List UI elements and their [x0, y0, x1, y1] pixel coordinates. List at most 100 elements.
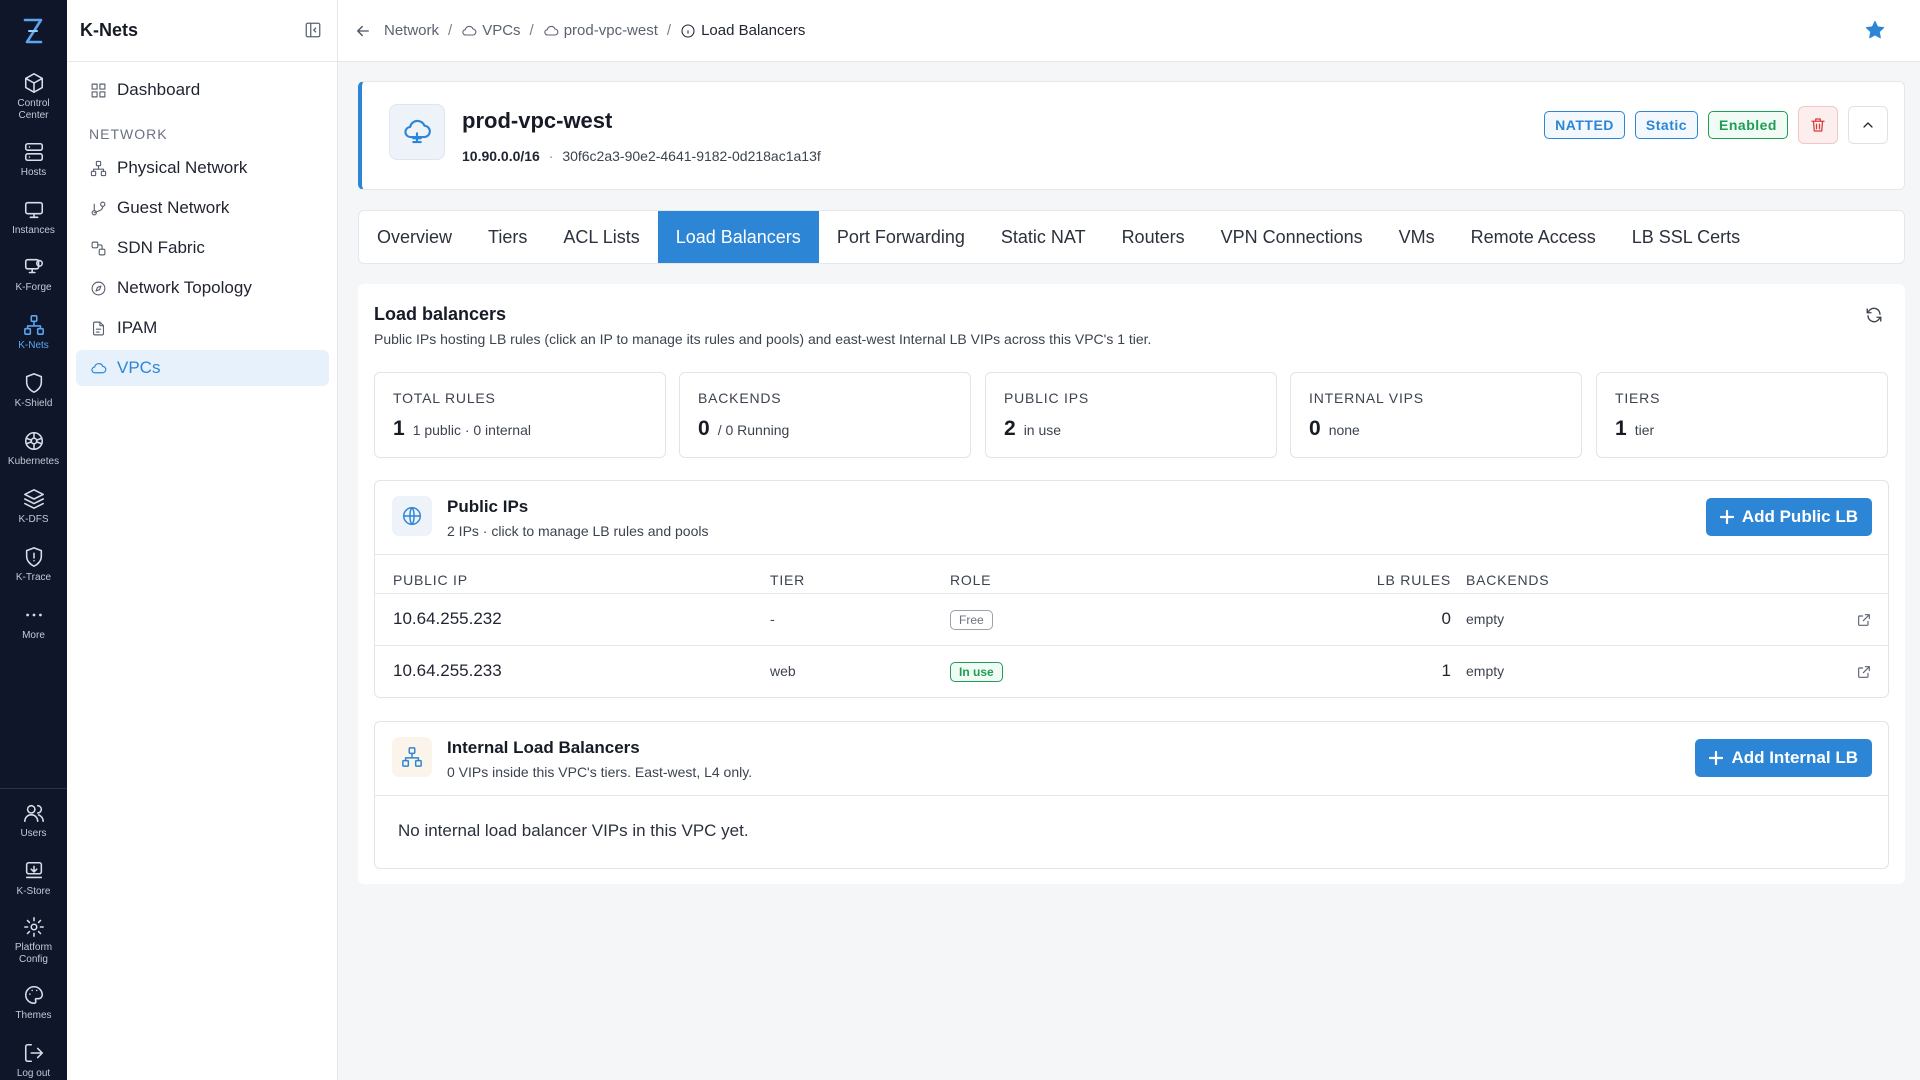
vpc-tabs: Overview Tiers ACL Lists Load Balancers …	[358, 210, 1905, 264]
add-internal-lb-button[interactable]: Add Internal LB	[1695, 739, 1872, 777]
rail-item-k-dfs[interactable]: K-DFS	[0, 488, 67, 526]
tab-vpn-connections[interactable]: VPN Connections	[1203, 211, 1381, 263]
stat-tiers: TIERS 1 tier	[1596, 372, 1888, 458]
vpc-meta: 10.90.0.0/16 · 30f6c2a3-90e2-4641-9182-0…	[462, 148, 821, 164]
internal-lb-title: Internal Load Balancers	[447, 738, 640, 757]
rail-item-themes[interactable]: Themes	[0, 984, 67, 1022]
tab-vms[interactable]: VMs	[1381, 211, 1453, 263]
rail-item-label: K-DFS	[18, 514, 49, 525]
document-icon	[92, 321, 105, 335]
table-row[interactable]: 10.64.255.232 - Free 0 empty	[375, 593, 1888, 645]
column-header-lb-rules[interactable]: LB RULES	[1377, 572, 1451, 588]
tab-load-balancers[interactable]: Load Balancers	[657, 211, 819, 263]
public-ips-card: Public IPs 2 IPs · click to manage LB ru…	[374, 480, 1889, 698]
load-balancers-panel: Load balancers Public IPs hosting LB rul…	[358, 284, 1905, 884]
network-icon	[392, 737, 432, 777]
stat-label: TIERS	[1615, 390, 1661, 406]
kubernetes-icon	[24, 431, 43, 451]
rail-item-label: Users	[20, 828, 47, 839]
sidebar-title: K-Nets	[80, 20, 139, 40]
rail-item-label: Themes	[15, 1010, 52, 1021]
column-header-public-ip[interactable]: PUBLIC IP	[393, 572, 468, 588]
rail-item-kubernetes[interactable]: Kubernetes	[0, 430, 67, 468]
more-dots-icon	[25, 613, 42, 617]
sidebar-item-dashboard[interactable]: Dashboard	[76, 72, 329, 108]
rail-item-label: K-Shield	[14, 398, 53, 409]
cell-public-ip[interactable]: 10.64.255.232	[393, 609, 502, 629]
tab-port-forwarding[interactable]: Port Forwarding	[819, 211, 983, 263]
add-public-lb-button[interactable]: Add Public LB	[1705, 498, 1872, 536]
rail-item-k-nets[interactable]: K-Nets	[0, 314, 67, 352]
rail-item-more[interactable]: More	[0, 604, 67, 642]
sidebar-item-vpcs[interactable]: VPCs	[76, 350, 329, 386]
breadcrumb-network[interactable]: Network	[384, 22, 439, 39]
rail-item-users[interactable]: Users	[0, 802, 67, 840]
app-rail: Control Center Hosts Instances K-Forge K…	[0, 0, 67, 1080]
sidebar-item-guest-network[interactable]: Guest Network	[76, 190, 329, 226]
vpc-cidr: 10.90.0.0/16	[462, 148, 540, 164]
vpc-id: 30f6c2a3-90e2-4641-9182-0d218ac1a13f	[562, 148, 821, 164]
rail-item-logout[interactable]: Log out	[0, 1042, 67, 1080]
stat-value: 1	[1615, 417, 1627, 440]
table-row[interactable]: 10.64.255.233 web In use 1 empty	[375, 645, 1888, 697]
stat-value: 1	[393, 417, 405, 440]
gear-icon	[23, 917, 44, 937]
public-ips-header: Public IPs 2 IPs · click to manage LB ru…	[375, 481, 1888, 555]
delete-vpc-button[interactable]	[1798, 106, 1838, 144]
cell-backends: empty	[1466, 663, 1505, 679]
back-button[interactable]	[354, 22, 372, 40]
sidebar-section-network: NETWORK	[89, 126, 168, 142]
stat-desc: / 0 Running	[717, 422, 790, 438]
favorite-star-button[interactable]	[1864, 19, 1886, 41]
breadcrumb-vpc[interactable]: prod-vpc-west	[543, 22, 658, 39]
open-external-button[interactable]	[1856, 612, 1872, 628]
plus-icon	[1719, 510, 1734, 524]
breadcrumb-vpcs[interactable]: VPCs	[461, 22, 521, 39]
users-icon	[23, 804, 44, 823]
column-header-backends[interactable]: BACKENDS	[1466, 572, 1549, 588]
tab-remote-access[interactable]: Remote Access	[1453, 211, 1614, 263]
rail-item-k-trace[interactable]: K-Trace	[0, 546, 67, 584]
external-link-icon	[1858, 666, 1870, 678]
cell-public-ip[interactable]: 10.64.255.233	[393, 661, 502, 681]
tab-routers[interactable]: Routers	[1104, 211, 1203, 263]
rail-item-label: K-Forge	[15, 282, 52, 293]
rail-item-control-center[interactable]: Control Center	[0, 72, 67, 122]
tab-tiers[interactable]: Tiers	[470, 211, 545, 263]
sidebar-item-network-topology[interactable]: Network Topology	[76, 270, 329, 306]
cloud-icon	[91, 362, 107, 373]
vpc-badges: NATTED Static Enabled	[1544, 106, 1888, 144]
rail-item-k-store[interactable]: K-Store	[0, 860, 67, 898]
rail-item-platform-config[interactable]: Platform Config	[0, 916, 67, 966]
sidebar-item-ipam[interactable]: IPAM	[76, 310, 329, 346]
trash-icon	[1811, 118, 1825, 132]
panel-title: Load balancers	[374, 304, 507, 324]
rail-item-instances[interactable]: Instances	[0, 199, 67, 237]
app-logo-icon[interactable]	[20, 16, 46, 46]
collapse-header-button[interactable]	[1848, 106, 1888, 144]
compass-icon	[91, 281, 106, 295]
sidebar-item-sdn-fabric[interactable]: SDN Fabric	[76, 230, 329, 266]
badge-natted: NATTED	[1544, 111, 1625, 139]
tab-acl-lists[interactable]: ACL Lists	[545, 211, 657, 263]
cell-lb-rules: 0	[1441, 609, 1451, 628]
branch-icon	[91, 201, 106, 215]
sidebar-collapse-button[interactable]	[304, 21, 324, 41]
column-header-tier[interactable]: TIER	[770, 572, 805, 588]
stat-value: 0	[1309, 417, 1321, 440]
vpc-meta-separator: ·	[548, 148, 554, 164]
tab-lb-ssl-certs[interactable]: LB SSL Certs	[1614, 211, 1758, 263]
column-header-role[interactable]: ROLE	[950, 572, 991, 588]
open-external-button[interactable]	[1856, 664, 1872, 680]
info-icon	[681, 23, 695, 38]
rail-item-k-shield[interactable]: K-Shield	[0, 372, 67, 410]
refresh-button[interactable]	[1865, 306, 1885, 326]
rail-item-k-forge[interactable]: K-Forge	[0, 256, 67, 294]
sidebar-item-physical-network[interactable]: Physical Network	[76, 150, 329, 186]
tab-overview[interactable]: Overview	[359, 211, 470, 263]
tab-static-nat[interactable]: Static NAT	[983, 211, 1104, 263]
sidebar: K-Nets Dashboard NETWORK Physical Networ…	[67, 0, 338, 1080]
rail-item-hosts[interactable]: Hosts	[0, 141, 67, 179]
sidebar-item-label: Dashboard	[117, 80, 201, 99]
stat-desc: none	[1328, 422, 1360, 438]
